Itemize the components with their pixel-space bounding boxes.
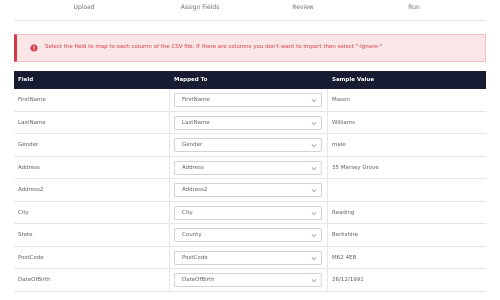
column-divider (169, 134, 170, 156)
info-alert: Select the field to map to each column o… (14, 34, 486, 62)
sample-value: Berkshire (332, 232, 359, 238)
step-run[interactable]: Run (408, 4, 420, 11)
mapped-to-select[interactable]: PostCode (174, 250, 322, 265)
sample-value: 26/12/1991 (332, 277, 364, 283)
chevron-down-icon (311, 234, 317, 238)
mapped-to-select[interactable]: Gender (174, 138, 322, 152)
column-divider (327, 269, 328, 291)
column-divider (169, 179, 170, 201)
steps-divider (14, 20, 486, 21)
select-value: DateOfBirth (182, 277, 215, 283)
column-divider (327, 201, 328, 223)
sample-value: male (332, 142, 346, 148)
mapped-to-select[interactable]: LastName (174, 115, 322, 130)
table-row: Address2 Address2 (14, 179, 486, 202)
column-divider (327, 224, 328, 246)
chevron-down-icon (311, 189, 317, 193)
column-divider (169, 246, 170, 268)
warning-icon (30, 44, 38, 52)
field-name: Address2 (18, 187, 44, 193)
select-value: Address (182, 164, 204, 171)
chevron-down-icon (311, 256, 317, 260)
table-row: LastName LastName Williams (14, 111, 486, 134)
alert-message: Select the field to map to each column o… (45, 44, 383, 50)
chevron-down-icon (311, 211, 317, 215)
select-value: Address2 (182, 187, 208, 193)
sample-value: Williams (332, 119, 356, 126)
chevron-down-icon (311, 166, 317, 170)
table-row: Address Address 35 Mersey Grove (14, 156, 486, 179)
step-review[interactable]: Review (292, 4, 313, 11)
column-divider (327, 246, 328, 268)
mapped-to-select[interactable]: Address2 (174, 183, 322, 197)
field-name: PostCode (18, 254, 44, 261)
step-upload[interactable]: Upload (73, 4, 94, 11)
table-header: Field Mapped To Sample Value (14, 71, 486, 89)
field-name: FirstName (18, 97, 46, 103)
field-name: City (18, 209, 29, 216)
column-divider (169, 156, 170, 178)
mapped-to-select[interactable]: Address (174, 160, 322, 175)
sample-value: Reading (332, 209, 355, 216)
step-assign-fields[interactable]: Assign Fields (181, 4, 220, 11)
table-body: FirstName FirstName Mason LastName LastN… (14, 89, 486, 292)
chevron-down-icon (311, 144, 317, 148)
field-mapping-table: Field Mapped To Sample Value FirstName F… (14, 71, 486, 292)
column-divider (327, 89, 328, 111)
select-value: PostCode (182, 254, 208, 261)
mapped-to-select[interactable]: DateOfBirth (174, 273, 322, 287)
mapped-to-select[interactable]: City (174, 205, 322, 220)
chevron-down-icon (311, 121, 317, 125)
mapped-to-select[interactable]: FirstName (174, 93, 322, 107)
select-value: Gender (182, 142, 203, 148)
mapped-to-select[interactable]: County (174, 228, 322, 242)
table-row: FirstName FirstName Mason (14, 89, 486, 112)
table-row: PostCode PostCode M62 4EB (14, 246, 486, 269)
column-divider (169, 89, 170, 111)
select-value: LastName (182, 119, 210, 126)
chevron-down-icon (311, 279, 317, 283)
header-mapped-to: Mapped To (174, 77, 208, 83)
field-name: Gender (18, 142, 39, 148)
table-row: DateOfBirth DateOfBirth 26/12/1991 (14, 269, 486, 292)
select-value: FirstName (182, 97, 210, 103)
field-name: DateOfBirth (18, 277, 51, 283)
header-sample-value: Sample Value (332, 77, 375, 83)
field-name: LastName (18, 119, 46, 126)
chevron-down-icon (311, 99, 317, 103)
column-divider (169, 224, 170, 246)
table-row: State County Berkshire (14, 224, 486, 247)
column-divider (169, 111, 170, 133)
sample-value: Mason (332, 97, 350, 103)
select-value: County (182, 232, 202, 238)
field-name: Address (18, 164, 40, 171)
column-divider (327, 156, 328, 178)
field-name: State (18, 232, 33, 238)
column-divider (327, 134, 328, 156)
select-value: City (182, 209, 193, 216)
column-divider (169, 269, 170, 291)
column-divider (169, 201, 170, 223)
table-row: Gender Gender male (14, 134, 486, 157)
header-field: Field (18, 77, 34, 83)
table-row: City City Reading (14, 201, 486, 224)
sample-value: M62 4EB (332, 254, 357, 261)
column-divider (327, 111, 328, 133)
column-divider (327, 179, 328, 201)
sample-value: 35 Mersey Grove (332, 164, 379, 171)
wizard-steps: Upload Assign Fields Review Run (0, 0, 500, 20)
